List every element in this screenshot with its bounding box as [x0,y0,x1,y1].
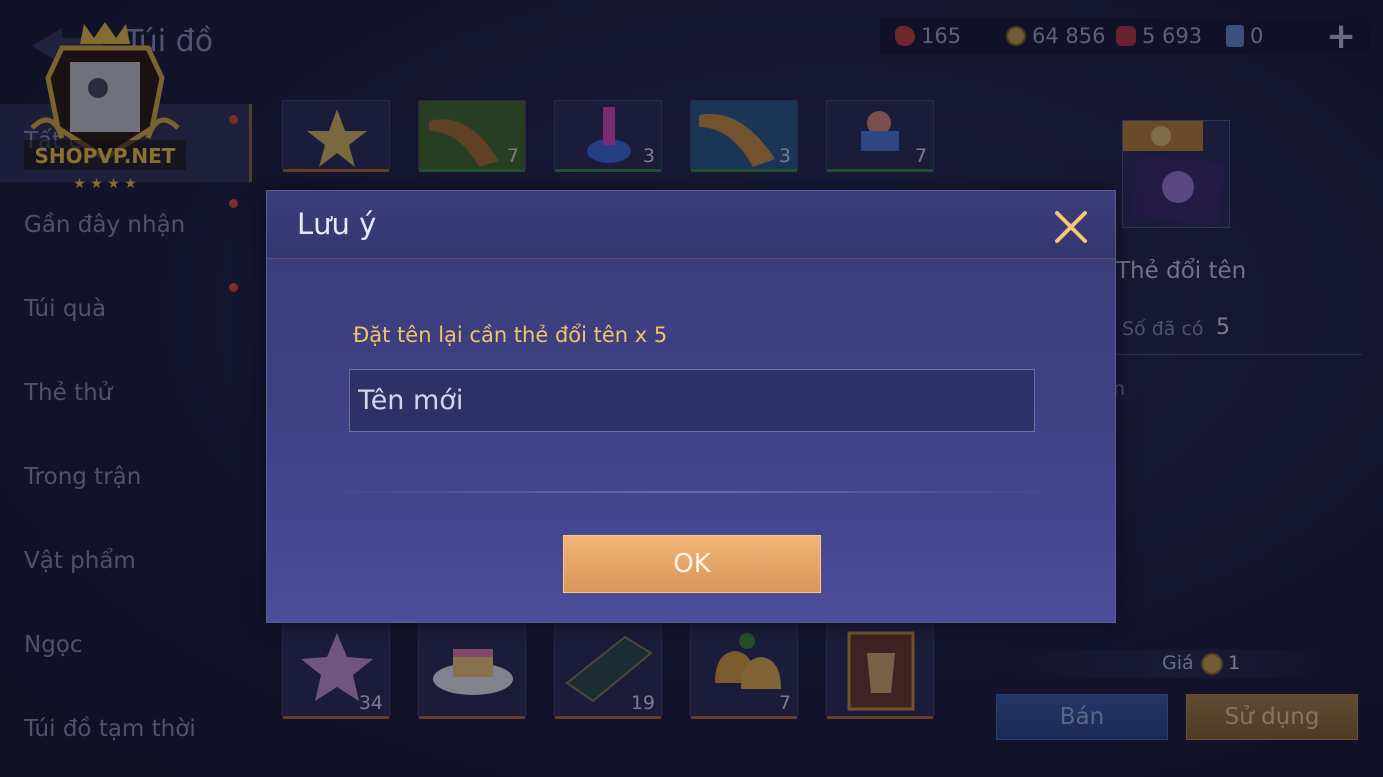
dialog-title: Lưu ý [297,207,377,241]
rename-dialog: Lưu ý Đặt tên lại cần thẻ đổi tên x 5 OK [266,190,1116,623]
dialog-message: Đặt tên lại cần thẻ đổi tên x 5 [353,323,668,347]
dialog-header: Lưu ý [267,191,1115,259]
dialog-divider [319,491,1065,493]
ok-button[interactable]: OK [563,535,821,593]
new-name-input[interactable] [349,369,1035,432]
close-icon[interactable] [1053,209,1089,245]
